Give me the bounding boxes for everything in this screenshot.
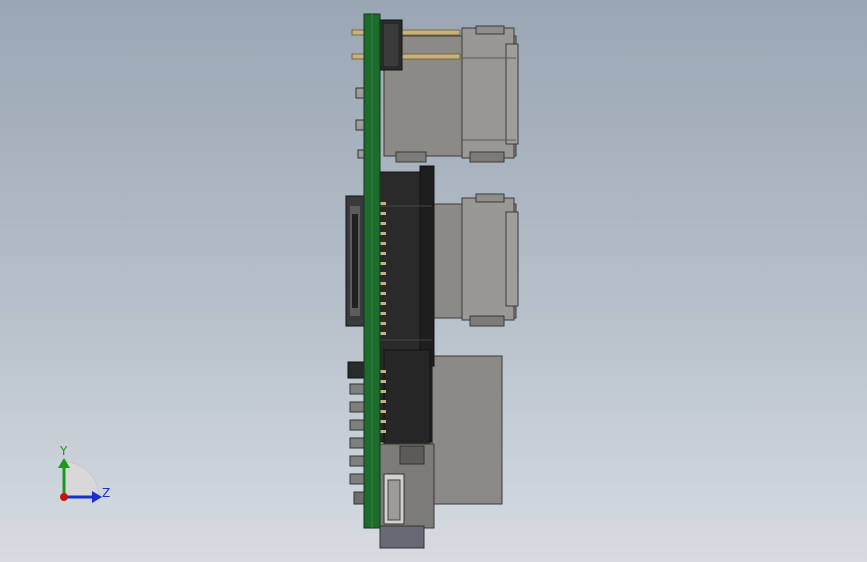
y-axis-label: Y: [59, 444, 68, 458]
black-connector-body: [377, 165, 435, 445]
usb-port-top: [383, 25, 519, 163]
bottom-connector: [379, 443, 435, 549]
pcb-board: [363, 13, 381, 529]
pcb-left-components-bottom: [347, 361, 365, 505]
cad-viewport[interactable]: Y Z: [0, 0, 867, 562]
ethernet-jack: [431, 355, 503, 505]
orientation-triad: Y Z: [58, 444, 110, 503]
usb-port-middle: [429, 193, 519, 327]
x-axis-dot: [60, 493, 68, 501]
model-view[interactable]: Y Z: [0, 0, 867, 562]
z-axis-label: Z: [102, 486, 110, 500]
sd-card-holder: [345, 195, 365, 327]
